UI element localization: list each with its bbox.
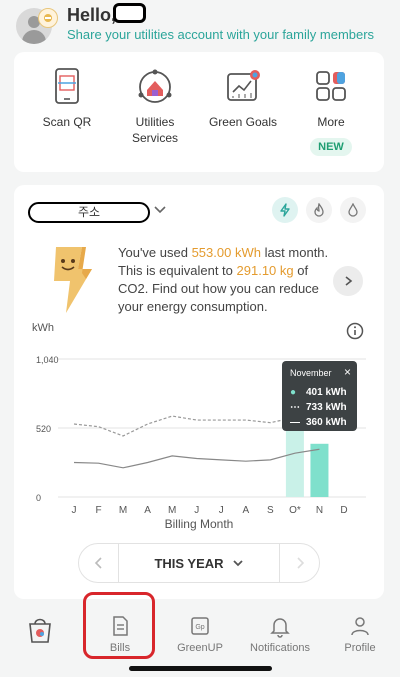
- chart-x-title: Billing Month: [164, 517, 234, 531]
- home-indicator: [129, 666, 272, 671]
- chevron-down-icon[interactable]: [153, 202, 167, 216]
- nav-notifications[interactable]: Notifications: [240, 614, 320, 654]
- co2-value: 291.10 kg: [236, 263, 294, 278]
- green-goals-button[interactable]: Green Goals: [198, 62, 288, 130]
- previous-year-button[interactable]: [79, 544, 119, 582]
- green-goals-label: Green Goals: [208, 115, 278, 129]
- more-button[interactable]: More NEW: [286, 62, 376, 156]
- x-tick-label: N: [316, 505, 323, 516]
- chart-tooltip: November × ● 401 kWh ⋯ 733 kWh —360 kWh: [282, 361, 357, 431]
- share-account-link[interactable]: Share your utilities account with your f…: [67, 27, 374, 42]
- utilities-services-button[interactable]: Utilities Services: [110, 62, 200, 146]
- tooltip-row: —360 kWh: [290, 417, 347, 428]
- next-tip-button[interactable]: [333, 266, 363, 296]
- profile-badge-icon: [38, 8, 58, 28]
- chevron-down-icon: [232, 560, 243, 567]
- svg-text:Gp: Gp: [195, 624, 204, 631]
- electricity-icon[interactable]: [272, 197, 298, 223]
- nav-greenup-label: GreenUP: [177, 642, 223, 654]
- nav-notifications-label: Notifications: [250, 642, 310, 654]
- shop-bag-icon: [25, 614, 55, 644]
- x-tick-label: S: [267, 505, 274, 516]
- scan-qr-label: Scan QR: [42, 115, 92, 129]
- new-badge: NEW: [310, 138, 352, 156]
- header: Hello, Share your utilities account with…: [0, 0, 400, 50]
- more-grid-icon: [311, 66, 351, 106]
- x-tick-label: J: [194, 505, 199, 516]
- address-selector[interactable]: 주소: [28, 202, 150, 223]
- usage-value: 553.00 kWh: [191, 245, 261, 260]
- greenup-icon: Gp: [188, 614, 212, 638]
- tooltip-row: ⋯ 733 kWh: [290, 402, 347, 413]
- y-tick-label: 1,040: [36, 355, 59, 365]
- water-icon[interactable]: [340, 197, 366, 223]
- chart-y-unit: kWh: [32, 322, 54, 334]
- scan-qr-button[interactable]: Scan QR: [22, 62, 112, 130]
- utilities-services-icon: [135, 66, 175, 106]
- user-name-redacted: [113, 3, 146, 23]
- y-tick-label: 0: [36, 493, 41, 503]
- x-tick-label: D: [340, 505, 347, 516]
- x-tick-label: O*: [289, 505, 301, 516]
- info-icon[interactable]: [346, 322, 364, 340]
- quick-actions-card: Scan QR Utilities Services Green Goals M…: [14, 52, 384, 172]
- nav-greenup[interactable]: Gp GreenUP: [160, 614, 240, 654]
- tooltip-title: November: [290, 368, 332, 378]
- green-goals-icon: [223, 66, 263, 106]
- utilities-services-label: Utilities Services: [131, 115, 178, 145]
- year-label: THIS YEAR: [154, 555, 224, 571]
- x-tick-label: M: [119, 505, 127, 516]
- usage-card: 주소 You've used 553.00 kWh last month. Th…: [14, 185, 384, 599]
- y-tick-label: 520: [36, 424, 51, 434]
- nav-profile[interactable]: Profile: [320, 614, 400, 654]
- x-tick-label: F: [95, 505, 101, 516]
- profile-icon: [348, 614, 372, 638]
- nav-shop[interactable]: [0, 614, 80, 648]
- scan-qr-icon: [47, 66, 87, 106]
- chart-bar: [285, 423, 304, 497]
- nav-profile-label: Profile: [344, 642, 376, 654]
- gas-icon[interactable]: [306, 197, 332, 223]
- x-tick-label: J: [219, 505, 224, 516]
- bills-highlight-annotation: [83, 592, 155, 659]
- usage-summary: You've used 553.00 kWh last month. This …: [118, 245, 329, 314]
- x-tick-label: M: [168, 505, 176, 516]
- greeting: Hello,: [67, 5, 117, 25]
- bell-icon: [268, 614, 292, 638]
- year-dropdown[interactable]: THIS YEAR: [119, 544, 279, 582]
- year-selector: THIS YEAR: [78, 543, 320, 583]
- more-label: More: [317, 115, 345, 129]
- average-line: [73, 448, 320, 469]
- next-year-button[interactable]: [279, 544, 319, 582]
- x-tick-label: J: [72, 505, 77, 516]
- tooltip-row: ● 401 kWh: [290, 387, 347, 398]
- chart-bar: [310, 443, 329, 497]
- lightning-mascot-icon: [52, 245, 102, 315]
- close-icon[interactable]: ×: [344, 365, 351, 379]
- x-tick-label: A: [144, 505, 151, 516]
- x-tick-label: A: [242, 505, 249, 516]
